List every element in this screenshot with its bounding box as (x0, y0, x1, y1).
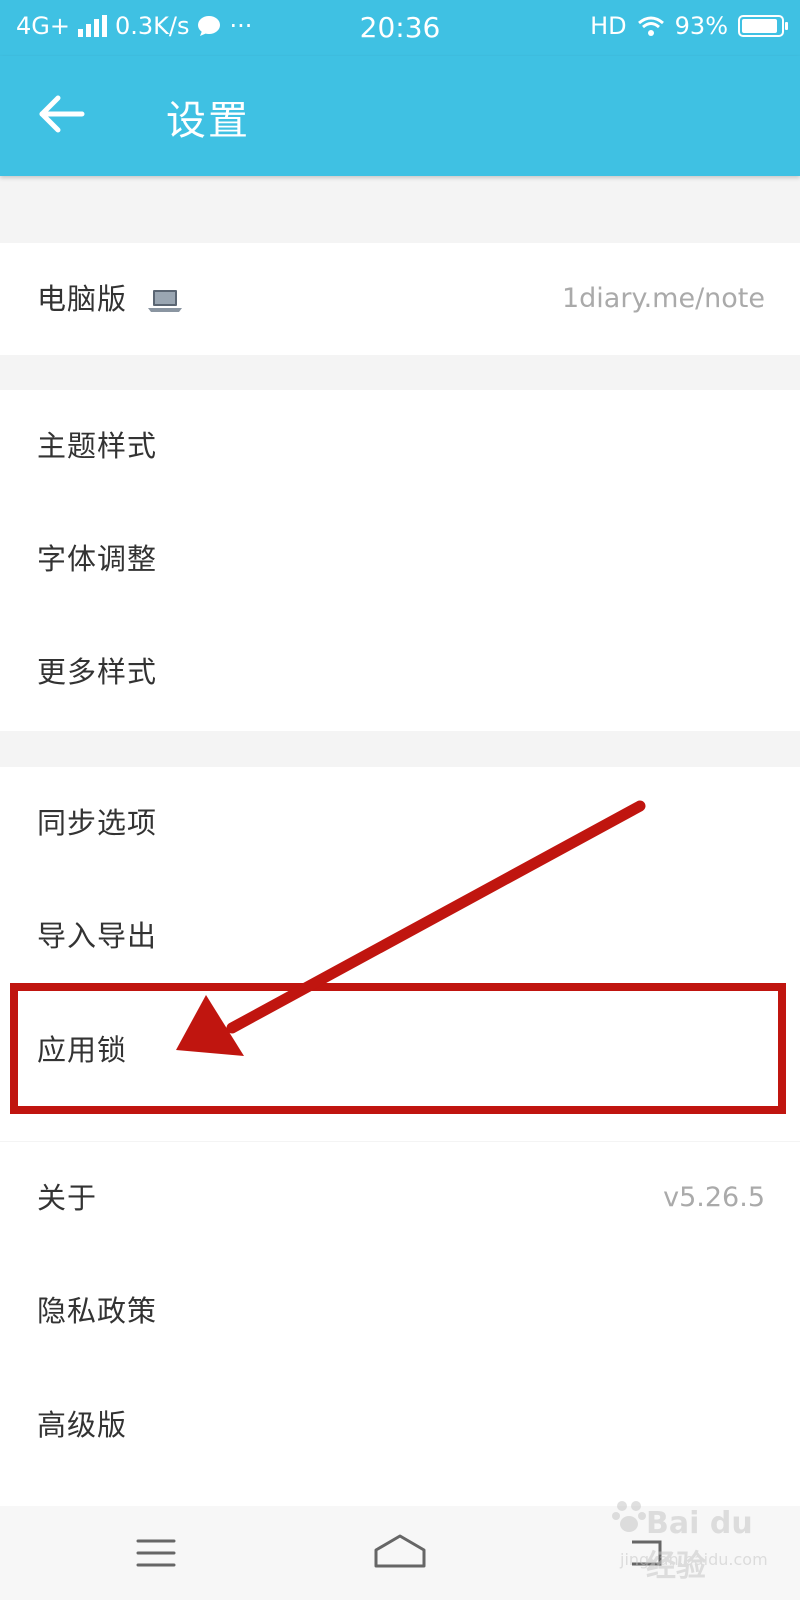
row-label: 更多样式 (37, 655, 158, 689)
battery-icon (738, 15, 788, 37)
section-info: 关于 v5.26.5 隐私政策 高级版 (0, 1142, 800, 1506)
back-button[interactable] (30, 82, 94, 146)
settings-row-premium[interactable]: 高级版 (0, 1369, 800, 1481)
watermark-brand: Bai du 经验 (646, 1506, 753, 1584)
status-bar: 4G+ 0.3K/s ··· 20:36 HD 93% (0, 0, 800, 56)
row-label: 关于 (37, 1181, 98, 1215)
row-label: 隐私政策 (37, 1294, 158, 1328)
back-arrow-icon (39, 95, 85, 133)
home-icon (374, 1534, 426, 1568)
paw-logo-icon (612, 1501, 646, 1532)
row-label: 电脑版 (37, 282, 128, 316)
settings-row-theme[interactable]: 主题样式 (0, 390, 800, 502)
settings-row-font[interactable]: 字体调整 (0, 503, 800, 615)
settings-row-web-version[interactable]: 电脑版 1diary.me/note (0, 243, 800, 355)
web-url: 1diary.me/note (561, 283, 765, 314)
hd-indicator: HD (590, 12, 627, 40)
row-label: 高级版 (37, 1408, 128, 1442)
section-appearance: 主题样式 字体调整 更多样式 (0, 390, 800, 731)
row-label: 导入导出 (37, 919, 158, 953)
version-value: v5.26.5 (663, 1182, 765, 1213)
row-label: 同步选项 (37, 806, 158, 840)
nav-home-button[interactable] (360, 1520, 440, 1586)
status-right: HD 93% (590, 12, 788, 40)
wifi-icon (637, 16, 664, 36)
settings-row-privacy[interactable]: 隐私政策 (0, 1255, 800, 1367)
watermark-url: jingyan.baidu.com (620, 1550, 768, 1569)
page-title: 设置 (166, 98, 250, 144)
row-label: 字体调整 (37, 542, 158, 576)
settings-row-sync[interactable]: 同步选项 (0, 767, 800, 879)
battery-percent: 93% (674, 12, 728, 40)
row-label: 应用锁 (37, 1033, 128, 1067)
section-data: 同步选项 导入导出 应用锁 (0, 767, 800, 1141)
baidu-jingyan-watermark: Bai du 经验 jingyan.baidu.com (610, 1486, 790, 1586)
section-web: 电脑版 1diary.me/note (0, 243, 800, 355)
laptop-icon (148, 290, 183, 312)
settings-row-about[interactable]: 关于 v5.26.5 (0, 1142, 800, 1254)
settings-row-more-styles[interactable]: 更多样式 (0, 616, 800, 728)
app-bar: 设置 (0, 56, 800, 176)
settings-row-app-lock[interactable]: 应用锁 (0, 994, 800, 1106)
menu-icon (136, 1539, 176, 1567)
nav-menu-button[interactable] (116, 1520, 196, 1586)
row-label: 主题样式 (37, 429, 158, 463)
settings-row-import-export[interactable]: 导入导出 (0, 880, 800, 992)
